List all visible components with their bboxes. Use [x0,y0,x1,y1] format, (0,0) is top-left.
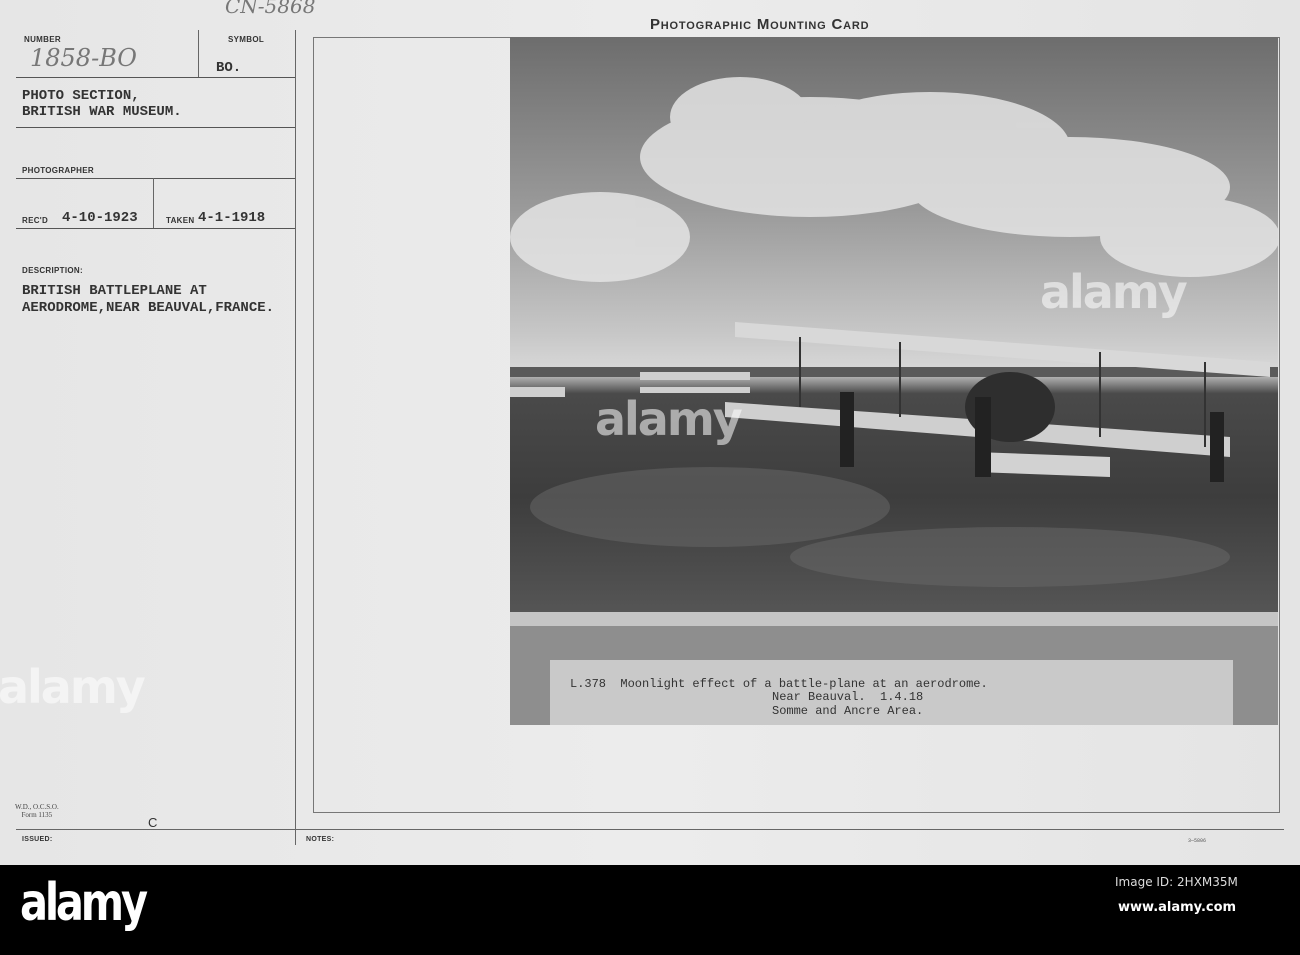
watermark: alamy [0,660,146,714]
photo-caption: L.378 Moonlight effect of a battle-plane… [550,660,1233,725]
form-line-2: Form 1135 [21,811,53,819]
divider [198,30,199,77]
form-line-1: W.D., O.C.S.O. [15,803,59,811]
footer-bar: alamy Image ID: 2HXM35M www.alamy.com [0,865,1300,955]
section-line-2: BRITISH WAR MUSEUM. [22,104,182,120]
taken-value: 4-1-1918 [198,210,266,226]
image-id: Image ID: 2HXM35M [1115,875,1238,889]
alamy-url[interactable]: www.alamy.com [1118,900,1236,915]
symbol-label: SYMBOL [228,35,265,44]
divider [16,228,295,229]
photographer-label: PHOTOGRAPHER [22,166,94,175]
form-id: W.D., O.C.S.O. Form 1135 [15,803,59,819]
form-letter: C [148,815,158,830]
divider [16,127,295,128]
photo-scene [510,77,1278,587]
description-label: DESCRIPTION: [22,266,83,275]
column-divider [295,30,296,845]
handwritten-reference: CN-5868 [225,0,316,18]
mounting-card: CN-5868 NUMBER 1858-BO SYMBOL BO. PHOTO … [0,0,1300,865]
description-line-2: AERODROME,NEAR BEAUVAL,FRANCE. [22,300,275,316]
symbol-value: BO. [216,60,242,76]
number-value: 1858-BO [30,44,137,72]
divider [16,178,295,179]
recd-value: 4-10-1923 [62,210,138,226]
divider [153,178,154,228]
bottom-rule [16,829,1284,830]
number-label: NUMBER [24,35,61,44]
caption-line-3: Somme and Ancre Area. [772,704,924,718]
description-line-1: BRITISH BATTLEPLANE AT [22,283,207,299]
section-line-1: PHOTO SECTION, [22,88,140,104]
divider [16,77,295,78]
biplane-main [725,322,1270,477]
taken-label: TAKEN [166,216,195,225]
caption-line-2: Near Beauval. 1.4.18 [772,690,924,704]
watermark: alamy [595,392,743,446]
print-code: 3—5806 [1188,838,1207,844]
recd-label: REC'D [22,216,49,225]
clouds [510,77,1278,282]
photograph-biplanes-aerodrome: alamy alamy [510,37,1278,612]
watermark: alamy [1040,265,1188,319]
alamy-logo: alamy [20,873,148,933]
issued-label: ISSUED: [22,836,53,843]
ground-frost [530,467,1230,587]
notes-label: NOTES: [306,836,335,843]
caption-line-1: L.378 Moonlight effect of a battle-plane… [570,677,988,691]
card-title: Photographic Mounting Card [650,16,870,33]
